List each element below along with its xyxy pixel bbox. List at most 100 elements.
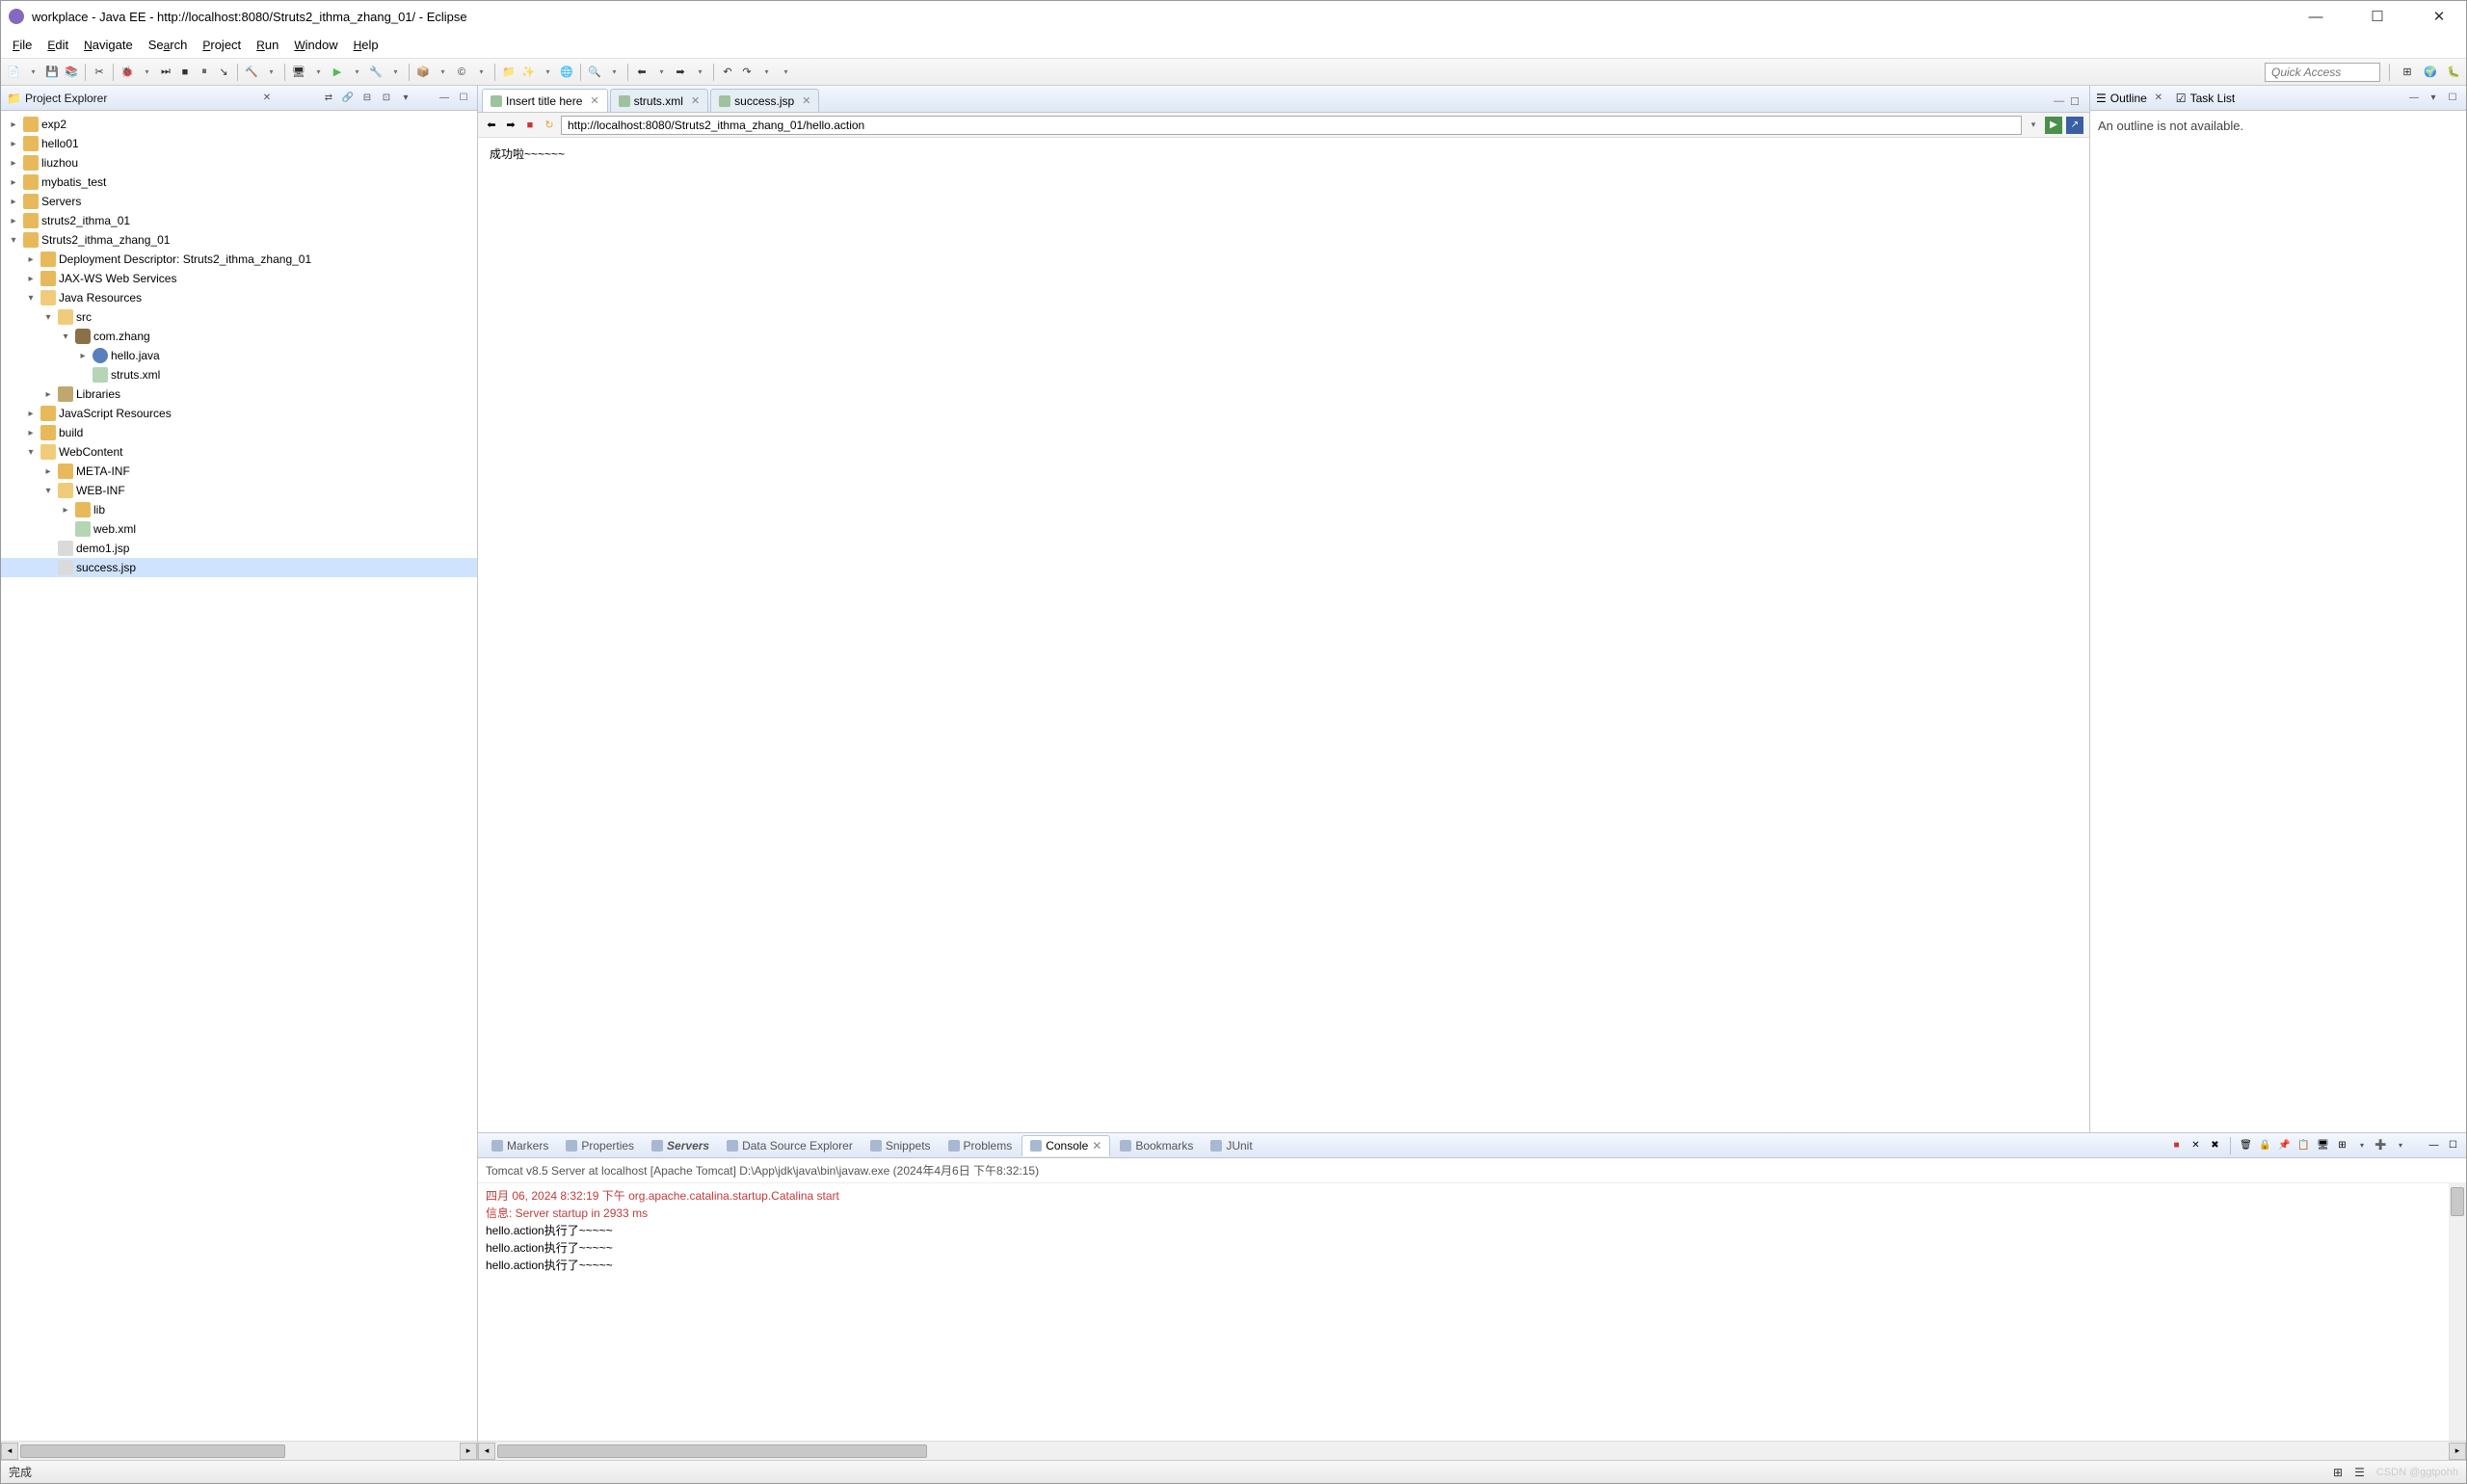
new-console-dropdown[interactable] — [2393, 1138, 2407, 1153]
browser-go-button[interactable]: ▶ — [2045, 117, 2062, 134]
show-console-icon[interactable]: 📋 — [2296, 1138, 2311, 1153]
tree-twisty[interactable]: ▸ — [24, 254, 38, 265]
scroll-track[interactable] — [495, 1443, 2449, 1460]
tree-twisty[interactable]: ▸ — [7, 139, 20, 149]
tree-item[interactable]: ▾src — [1, 307, 477, 327]
new-pkg-dropdown[interactable] — [434, 64, 451, 81]
filter-icon[interactable]: ⊡ — [379, 91, 394, 106]
tree-twisty[interactable]: ▸ — [7, 177, 20, 188]
new-pkg-icon[interactable]: 📦 — [414, 64, 432, 81]
tree-item[interactable]: ▸mybatis_test — [1, 172, 477, 192]
close-button[interactable]: ✕ — [2420, 3, 2458, 30]
bottom-tab-servers[interactable]: Servers — [644, 1136, 717, 1155]
display-icon[interactable]: 🖥 — [2316, 1138, 2330, 1153]
bottom-tab-problems[interactable]: Problems — [941, 1136, 1021, 1155]
tab-close-icon[interactable]: ✕ — [691, 94, 700, 107]
open-console-dropdown[interactable] — [2354, 1138, 2369, 1153]
close-view-icon[interactable]: ✕ — [259, 91, 275, 106]
new-class-icon[interactable]: © — [453, 64, 470, 81]
search-icon[interactable]: 🔍 — [586, 64, 603, 81]
step-icon[interactable]: ↘ — [215, 64, 232, 81]
menu-run[interactable]: Run — [249, 34, 286, 56]
cut-icon[interactable]: ✂ — [91, 64, 108, 81]
tree-twisty[interactable]: ▸ — [59, 505, 72, 516]
browser-back-icon[interactable]: ⬅ — [484, 118, 499, 133]
bottom-tab-console[interactable]: Console ✕ — [1021, 1135, 1110, 1156]
tree-item[interactable]: ▸Libraries — [1, 384, 477, 404]
minimize-bottom-icon[interactable]: — — [2427, 1138, 2441, 1153]
tree-item[interactable]: success.jsp — [1, 558, 477, 577]
build-icon[interactable]: 🔨 — [243, 64, 260, 81]
save-all-icon[interactable]: 📚 — [63, 64, 80, 81]
debug-icon[interactable]: 🐞 — [119, 64, 136, 81]
tasklist-title[interactable]: Task List — [2190, 92, 2236, 105]
new-dropdown[interactable] — [24, 64, 41, 81]
console-vertical-scrollbar[interactable] — [2449, 1183, 2466, 1441]
external-icon[interactable]: 🔧 — [367, 64, 385, 81]
url-dropdown-icon[interactable]: ▾ — [2026, 118, 2041, 133]
tree-twisty[interactable]: ▸ — [24, 274, 38, 284]
tree-twisty[interactable]: ▾ — [41, 486, 55, 496]
tab-close-icon[interactable]: ✕ — [802, 94, 810, 107]
server-dropdown[interactable] — [309, 64, 327, 81]
scroll-track[interactable] — [18, 1443, 460, 1460]
hist-dropdown-2[interactable] — [777, 64, 794, 81]
wand-icon[interactable]: ✨ — [519, 64, 537, 81]
external-dropdown[interactable] — [386, 64, 404, 81]
bottom-tab-snippets[interactable]: Snippets — [862, 1136, 939, 1155]
menu-file[interactable]: File — [5, 34, 40, 56]
focus-icon[interactable]: ⊟ — [359, 91, 375, 106]
menu-navigate[interactable]: Navigate — [76, 34, 141, 56]
perspective-javaee-icon[interactable]: 🌍 — [2422, 64, 2439, 81]
browser-stop-icon[interactable]: ■ — [522, 118, 538, 133]
tree-item[interactable]: ▾com.zhang — [1, 327, 477, 346]
tree-twisty[interactable]: ▾ — [59, 331, 72, 342]
tree-twisty[interactable]: ▾ — [7, 235, 20, 246]
tree-item[interactable]: ▸build — [1, 423, 477, 442]
tree-item[interactable]: ▾Java Resources — [1, 288, 477, 307]
bottom-tab-data-source-explorer[interactable]: Data Source Explorer — [719, 1136, 861, 1155]
globe-icon[interactable]: 🌐 — [558, 64, 575, 81]
progress-icon[interactable]: ⊞ — [2333, 1466, 2343, 1479]
remove-launch-icon[interactable]: ✕ — [2188, 1138, 2203, 1153]
menu-project[interactable]: Project — [195, 34, 249, 56]
tree-item[interactable]: ▸hello01 — [1, 134, 477, 153]
minimize-button[interactable]: — — [2296, 3, 2335, 30]
nav-back-dropdown[interactable] — [652, 64, 670, 81]
menu-search[interactable]: Search — [141, 34, 196, 56]
editor-tab[interactable]: success.jsp✕ — [710, 89, 819, 112]
scroll-left-button[interactable]: ◂ — [478, 1443, 495, 1460]
close-outline-icon[interactable]: ✕ — [2151, 91, 2166, 106]
nav-fwd-dropdown[interactable] — [691, 64, 708, 81]
tree-item[interactable]: ▾Struts2_ithma_zhang_01 — [1, 230, 477, 250]
remove-all-icon[interactable]: ✖ — [2208, 1138, 2222, 1153]
tree-twisty[interactable]: ▸ — [24, 409, 38, 419]
terminate-icon[interactable]: ■ — [2169, 1138, 2184, 1153]
scroll-lock-icon[interactable]: 🔒 — [2258, 1138, 2272, 1153]
wand-dropdown[interactable] — [539, 64, 556, 81]
tree-item[interactable]: ▾WEB-INF — [1, 481, 477, 500]
clear-console-icon[interactable]: 🗑 — [2239, 1138, 2253, 1153]
bottom-tab-bookmarks[interactable]: Bookmarks — [1112, 1136, 1201, 1155]
nav-back-icon[interactable]: ⬅ — [633, 64, 650, 81]
scroll-right-button[interactable]: ▸ — [460, 1443, 477, 1460]
bottom-tab-junit[interactable]: JUnit — [1203, 1136, 1260, 1155]
new-console-icon[interactable]: ➕ — [2374, 1138, 2388, 1153]
task-icon[interactable]: ☰ — [2354, 1466, 2365, 1479]
tree-item[interactable]: ▸JAX-WS Web Services — [1, 269, 477, 288]
tree-item[interactable]: ▸struts2_ithma_01 — [1, 211, 477, 230]
tab-close-icon[interactable]: ✕ — [590, 94, 598, 107]
maximize-outline-icon[interactable]: ☐ — [2445, 91, 2460, 106]
maximize-button[interactable]: ☐ — [2358, 3, 2397, 30]
maximize-bottom-icon[interactable]: ☐ — [2446, 1138, 2460, 1153]
server-icon[interactable]: 🖥 — [290, 64, 307, 81]
console-output[interactable]: 四月 06, 2024 8:32:19 下午 org.apache.catali… — [478, 1183, 2466, 1441]
search-dropdown[interactable] — [605, 64, 623, 81]
tree-twisty[interactable]: ▸ — [41, 466, 55, 477]
tree-item[interactable]: demo1.jsp — [1, 539, 477, 558]
pin-console-icon[interactable]: 📌 — [2277, 1138, 2292, 1153]
bottom-tab-markers[interactable]: Markers — [484, 1136, 556, 1155]
maximize-editor-icon[interactable]: ☐ — [2070, 95, 2080, 108]
editor-tab[interactable]: Insert title here✕ — [482, 89, 608, 112]
debug-dropdown[interactable] — [138, 64, 155, 81]
